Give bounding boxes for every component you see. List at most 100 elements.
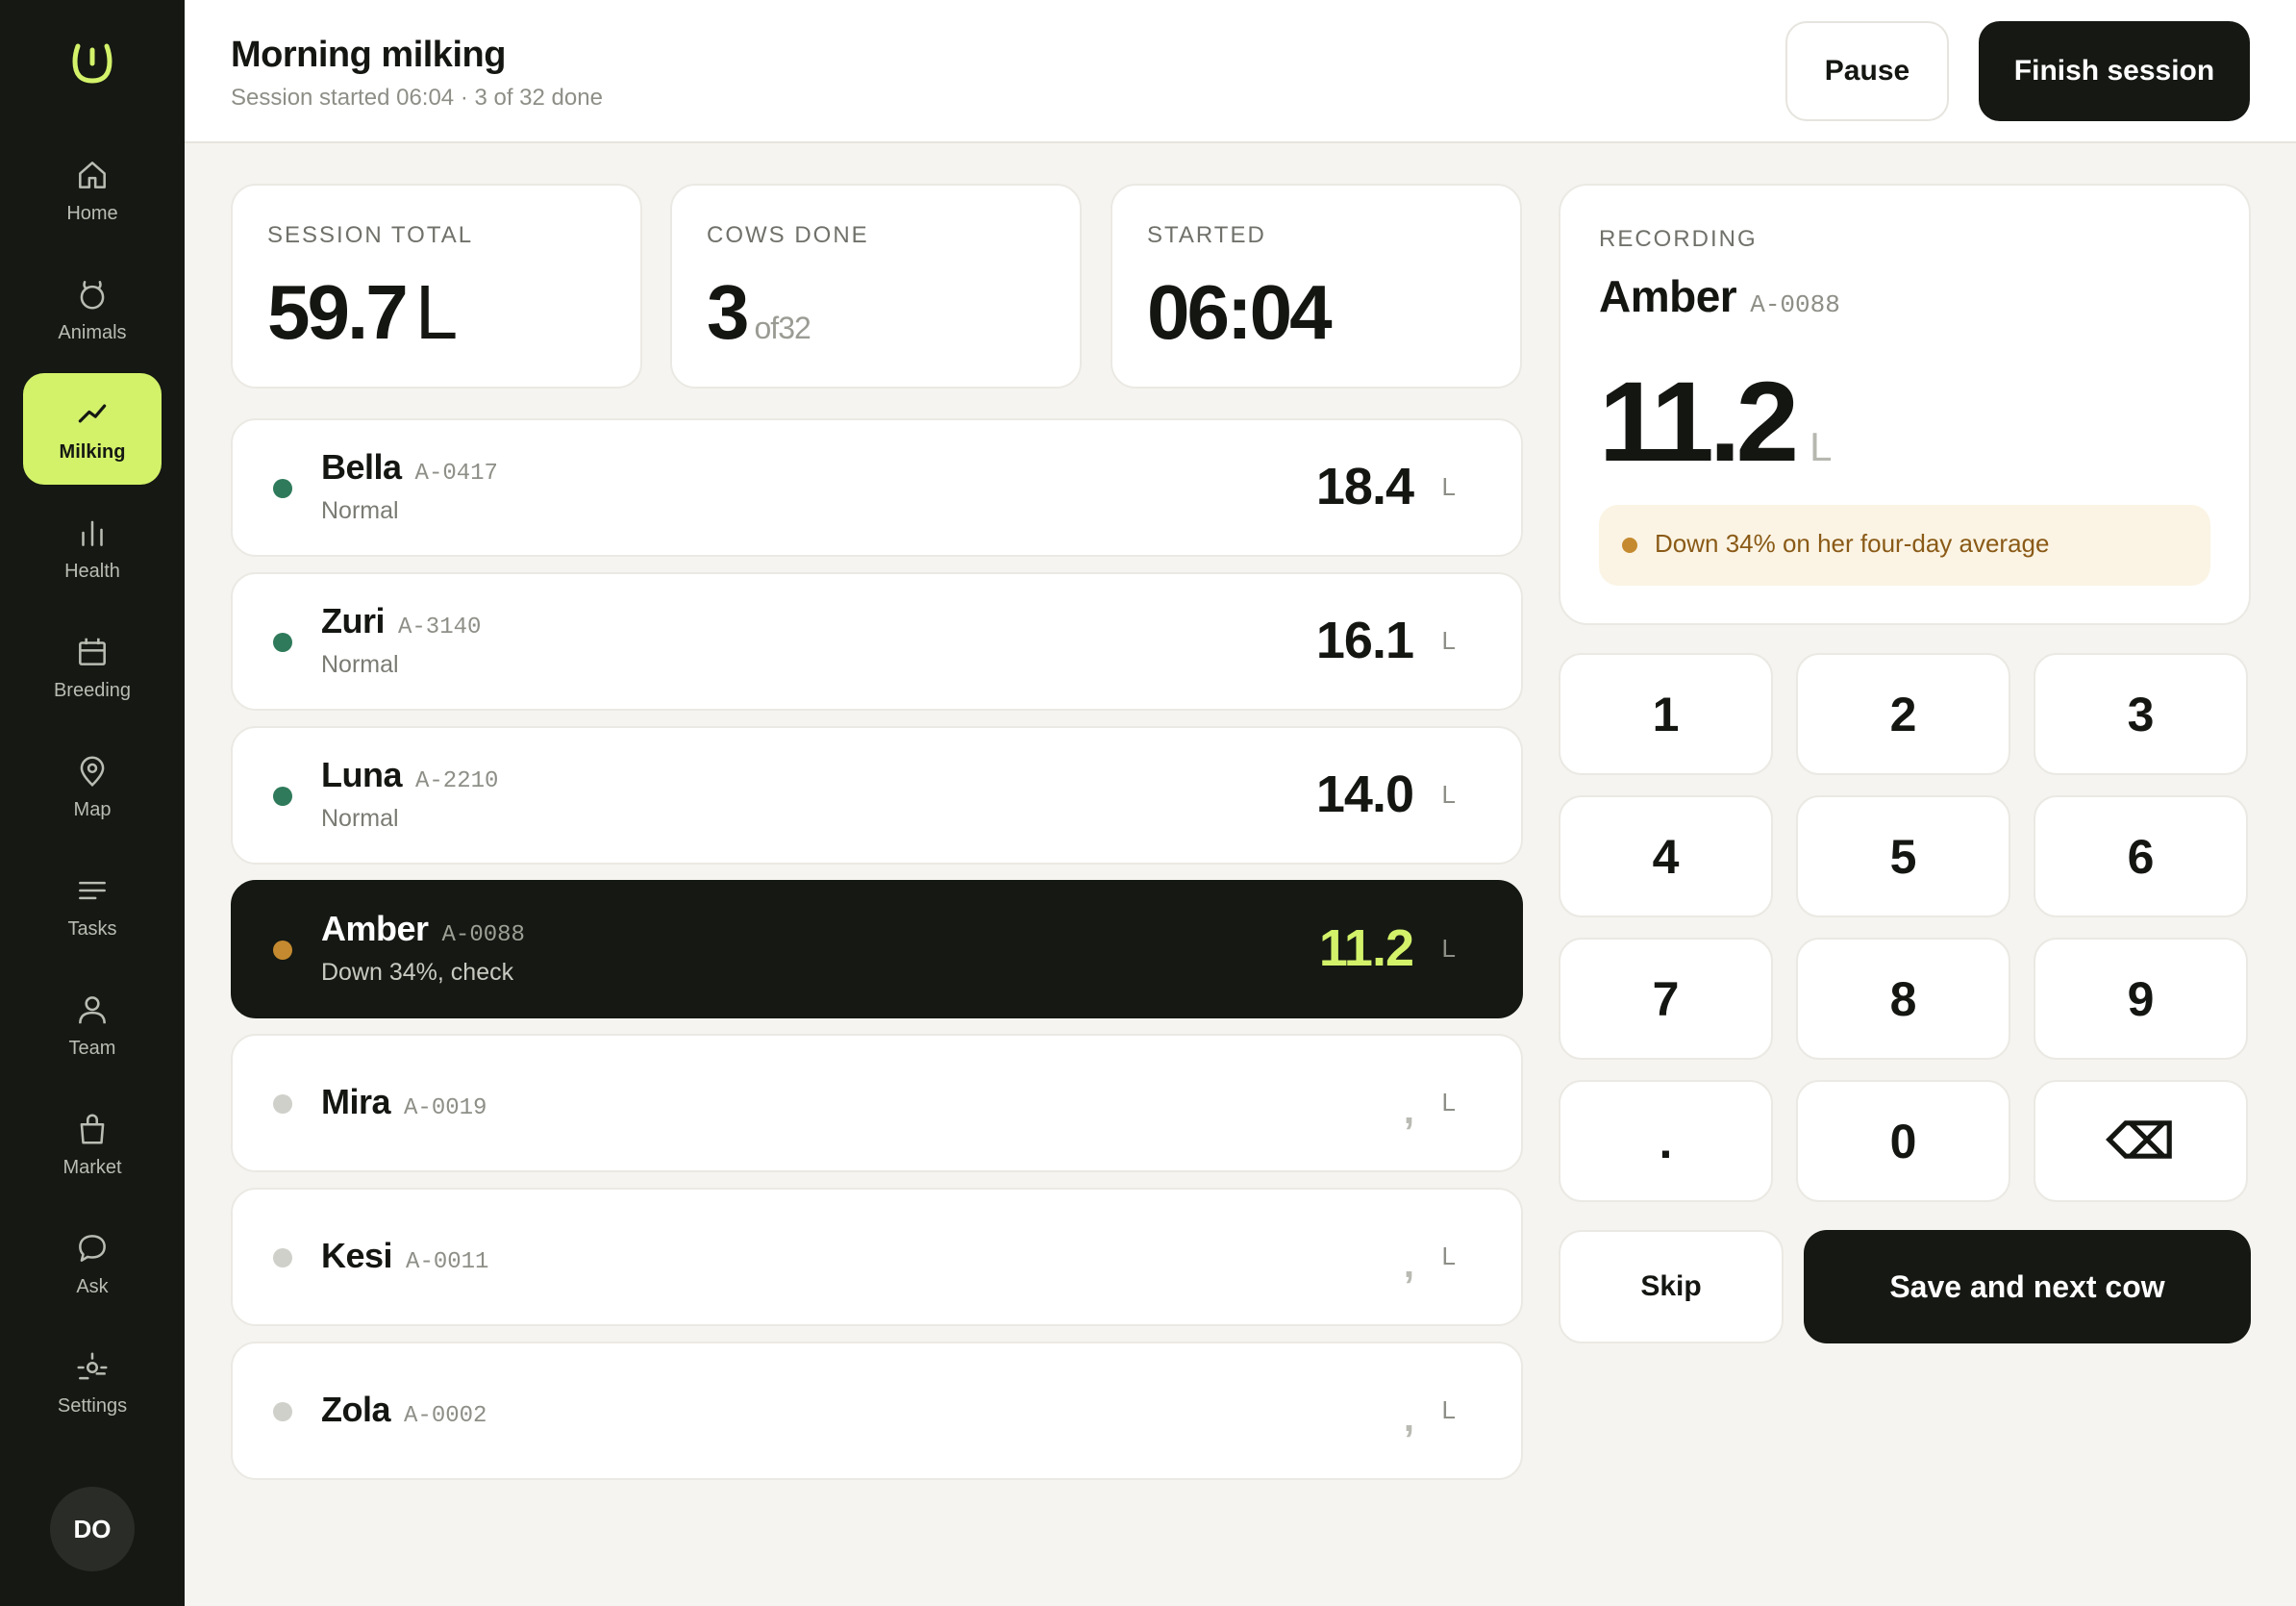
cow-status: Normal [321,651,399,678]
status-dot [273,1402,292,1421]
sidebar-item-team[interactable]: Team [23,969,162,1081]
sidebar-item-tasks[interactable]: Tasks [23,850,162,962]
cow-yield: , [1403,1090,1414,1132]
key-8[interactable]: 8 [1796,938,2010,1060]
key-decimal[interactable]: . [1559,1080,1773,1202]
cow-name: Mira A-0019 [321,1082,487,1122]
recording-label: RECORDING [1599,226,1758,252]
cow-name: Zola A-0002 [321,1390,487,1430]
stat-value: 59.7 L [267,268,458,357]
recording-amount: 11.2 [1599,359,1799,486]
logo-icon [72,43,112,84]
backspace-icon[interactable]: ⌫ [2034,1080,2248,1202]
cow-tag: A-0011 [406,1249,489,1275]
recording-cow: Amber A-0088 [1599,270,1840,322]
started-value: 06:04 [1147,269,1333,355]
cow-yield-unit: L [1441,626,1456,655]
sidebar-item-settings[interactable]: Settings [23,1327,162,1439]
sidebar-item-label: Market [62,1156,122,1178]
cow-yield: 18.4 [1315,458,1414,515]
alert-dot [1622,538,1637,553]
stat-label: SESSION TOTAL [267,222,474,248]
save-next-button[interactable]: Save and next cow [1804,1230,2251,1343]
cow-name-text: Amber [321,909,429,948]
cow-status: Normal [321,497,399,524]
cow-row-kesi[interactable]: Kesi A-0011 , L [231,1188,1523,1326]
cows-done-total: of32 [754,311,811,345]
sidebar-item-label: Team [68,1037,116,1059]
finish-session-button[interactable]: Finish session [1979,21,2250,121]
cow-tag: A-0417 [414,461,498,487]
key-6[interactable]: 6 [2034,795,2248,917]
calendar-icon [79,638,106,665]
cow-name-text: Kesi [321,1236,393,1275]
sliders-icon [77,1351,108,1379]
key-9[interactable]: 9 [2034,938,2248,1060]
status-dot [273,633,292,652]
chat-icon [79,1234,106,1262]
cow-icon [80,280,105,310]
sidebar-item-label: Milking [59,440,126,463]
cow-name-text: Bella [321,447,402,487]
recording-unit: L [1809,424,1833,469]
cow-yield-unit: L [1441,1242,1456,1270]
alert-text: Down 34% on her four-day average [1655,529,2050,558]
key-3[interactable]: 3 [2034,653,2248,775]
bag-icon [80,1114,105,1144]
cow-yield: 14.0 [1315,765,1414,823]
sidebar-item-label: Home [66,202,118,224]
cow-name-text: Luna [321,755,403,794]
sidebar-item-health[interactable]: Health [23,492,162,604]
cow-name: Kesi A-0011 [321,1236,488,1276]
key-7[interactable]: 7 [1559,938,1773,1060]
cow-row-mira[interactable]: Mira A-0019 , L [231,1034,1523,1172]
cow-row-bella[interactable]: Bella A-0417 Normal 18.4 L [231,418,1523,557]
key-1[interactable]: 1 [1559,653,1773,775]
sidebar-item-label: Breeding [53,679,132,701]
cow-tag: A-0088 [441,922,525,948]
cow-row-amber[interactable]: Amber A-0088 Down 34%, check 11.2 L [231,880,1523,1018]
sidebar-item-milking[interactable]: Milking [23,373,162,485]
cow-yield: 16.1 [1315,612,1414,669]
key-2[interactable]: 2 [1796,653,2010,775]
cow-row-luna[interactable]: Luna A-2210 Normal 14.0 L [231,726,1523,865]
sidebar-item-label: Ask [76,1275,109,1297]
person-icon [79,995,106,1023]
cow-name: Amber A-0088 [321,909,525,949]
sidebar-item-label: Tasks [67,917,117,940]
cow-row-zuri[interactable]: Zuri A-3140 Normal 16.1 L [231,572,1523,711]
page-header: Morning milking Session started 06:04 · … [185,0,2296,143]
recording-panel: RECORDING Amber A-0088 11.2 L Down 34% on … [1559,184,2251,625]
key-4[interactable]: 4 [1559,795,1773,917]
cow-name-text: Zuri [321,601,386,640]
cow-name-text: Zola [321,1390,391,1429]
key-0[interactable]: 0 [1796,1080,2010,1202]
cow-tag: A-0002 [404,1403,487,1429]
recording-cow-tag: A-0088 [1750,290,1840,319]
sidebar-item-animals[interactable]: Animals [23,254,162,365]
cows-done-value: 3 [707,269,749,355]
sidebar: Home Animals Milking Health Breeding Map… [0,0,185,1606]
key-5[interactable]: 5 [1796,795,2010,917]
sidebar-item-map[interactable]: Map [23,731,162,842]
bars-icon [82,520,103,546]
cow-row-zola[interactable]: Zola A-0002 , L [231,1342,1523,1480]
sidebar-item-home[interactable]: Home [23,135,162,246]
page-title: Morning milking [231,35,506,75]
skip-button[interactable]: Skip [1559,1230,1784,1343]
cow-tag: A-2210 [415,768,499,794]
avatar[interactable]: DO [50,1487,135,1571]
sidebar-item-label: Map [73,798,112,820]
cow-yield-unit: L [1441,1088,1456,1117]
session-total-value: 59.7 [267,269,409,355]
cows-done-card: COWS DONE 3 of32 [670,184,1082,389]
sidebar-item-market[interactable]: Market [23,1089,162,1200]
sidebar-item-label: Settings [57,1394,128,1417]
cow-tag: A-3140 [398,615,482,640]
session-total-unit: L [414,269,459,355]
sidebar-item-ask[interactable]: Ask [23,1208,162,1319]
sidebar-item-label: Animals [58,321,127,343]
cow-yield-unit: L [1441,934,1456,963]
pause-button[interactable]: Pause [1785,21,1949,121]
sidebar-item-breeding[interactable]: Breeding [23,612,162,723]
